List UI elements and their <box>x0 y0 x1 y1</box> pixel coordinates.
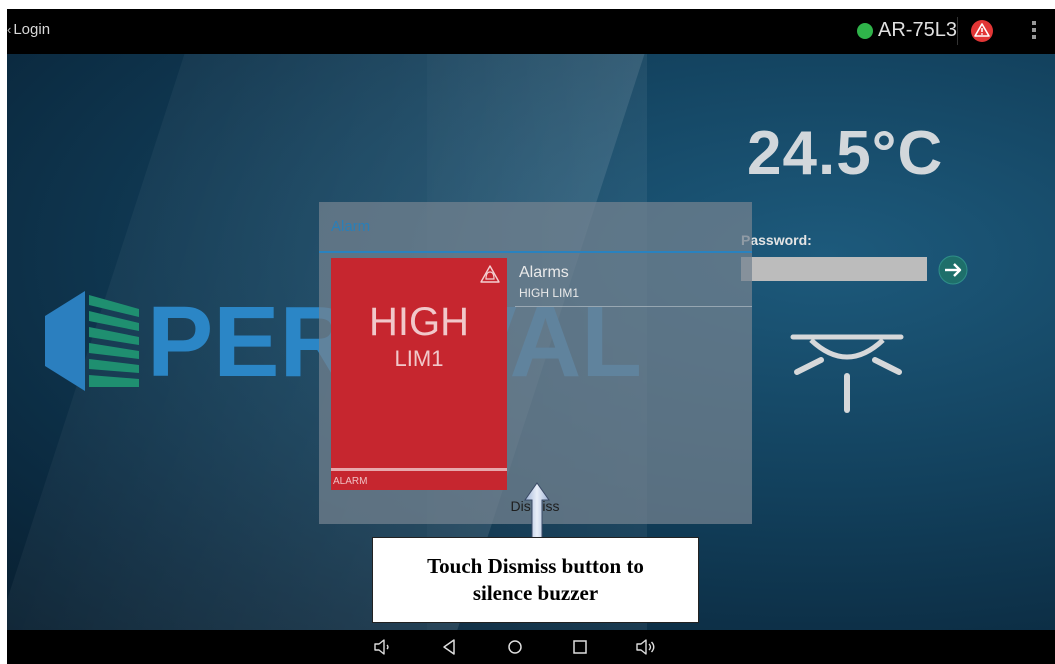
password-field[interactable] <box>741 257 927 281</box>
device-status: AR-75L3 <box>857 19 957 42</box>
alarm-card-label: ALARM <box>333 476 368 487</box>
back-to-login-button[interactable]: ‹ Login <box>7 21 50 38</box>
alarm-card[interactable]: HIGH LIM1 ALARM <box>331 258 507 490</box>
recents-icon[interactable] <box>569 637 591 657</box>
instruction-callout: Touch Dismiss button to silence buzzer <box>372 537 699 623</box>
alarm-card-subtitle: LIM1 <box>394 346 444 371</box>
alarm-card-divider <box>331 468 507 471</box>
status-dot-icon <box>857 22 873 39</box>
alarm-bell-icon[interactable] <box>969 19 995 43</box>
list-divider <box>515 306 752 307</box>
callout-line-1: Touch Dismiss button to <box>427 554 644 578</box>
chamber-light-icon[interactable] <box>783 324 913 424</box>
temperature-reading: 24.5°C <box>747 119 944 188</box>
system-navigation-bar <box>7 630 1055 664</box>
volume-down-icon[interactable] <box>372 637 394 657</box>
home-icon[interactable] <box>504 637 526 657</box>
percival-logo-icon <box>45 291 139 391</box>
alarms-list-item[interactable]: HIGH LIM1 <box>519 286 579 300</box>
callout-line-2: silence buzzer <box>472 581 599 605</box>
chevron-left-icon: ‹ <box>7 22 12 37</box>
action-bar: ‹ Login AR-75L3 <box>7 9 1055 54</box>
alarms-list-title: Alarms <box>519 264 569 281</box>
alarm-dialog: Alarm HIGH LIM1 ALARM Alarms HIGH LIM1 D… <box>319 202 752 524</box>
alarm-card-title: HIGH <box>369 300 469 344</box>
volume-up-icon[interactable] <box>635 637 657 657</box>
overflow-menu-icon[interactable] <box>1029 21 1039 43</box>
dialog-title: Alarm <box>331 218 371 235</box>
alarm-bell-icon <box>480 265 500 283</box>
back-label: Login <box>13 21 51 38</box>
arrow-up-icon <box>524 482 550 542</box>
device-name: AR-75L3 <box>878 19 957 41</box>
arrow-right-icon[interactable] <box>936 255 970 285</box>
divider <box>957 17 958 45</box>
dialog-title-divider <box>319 251 752 253</box>
back-icon[interactable] <box>439 637 461 657</box>
